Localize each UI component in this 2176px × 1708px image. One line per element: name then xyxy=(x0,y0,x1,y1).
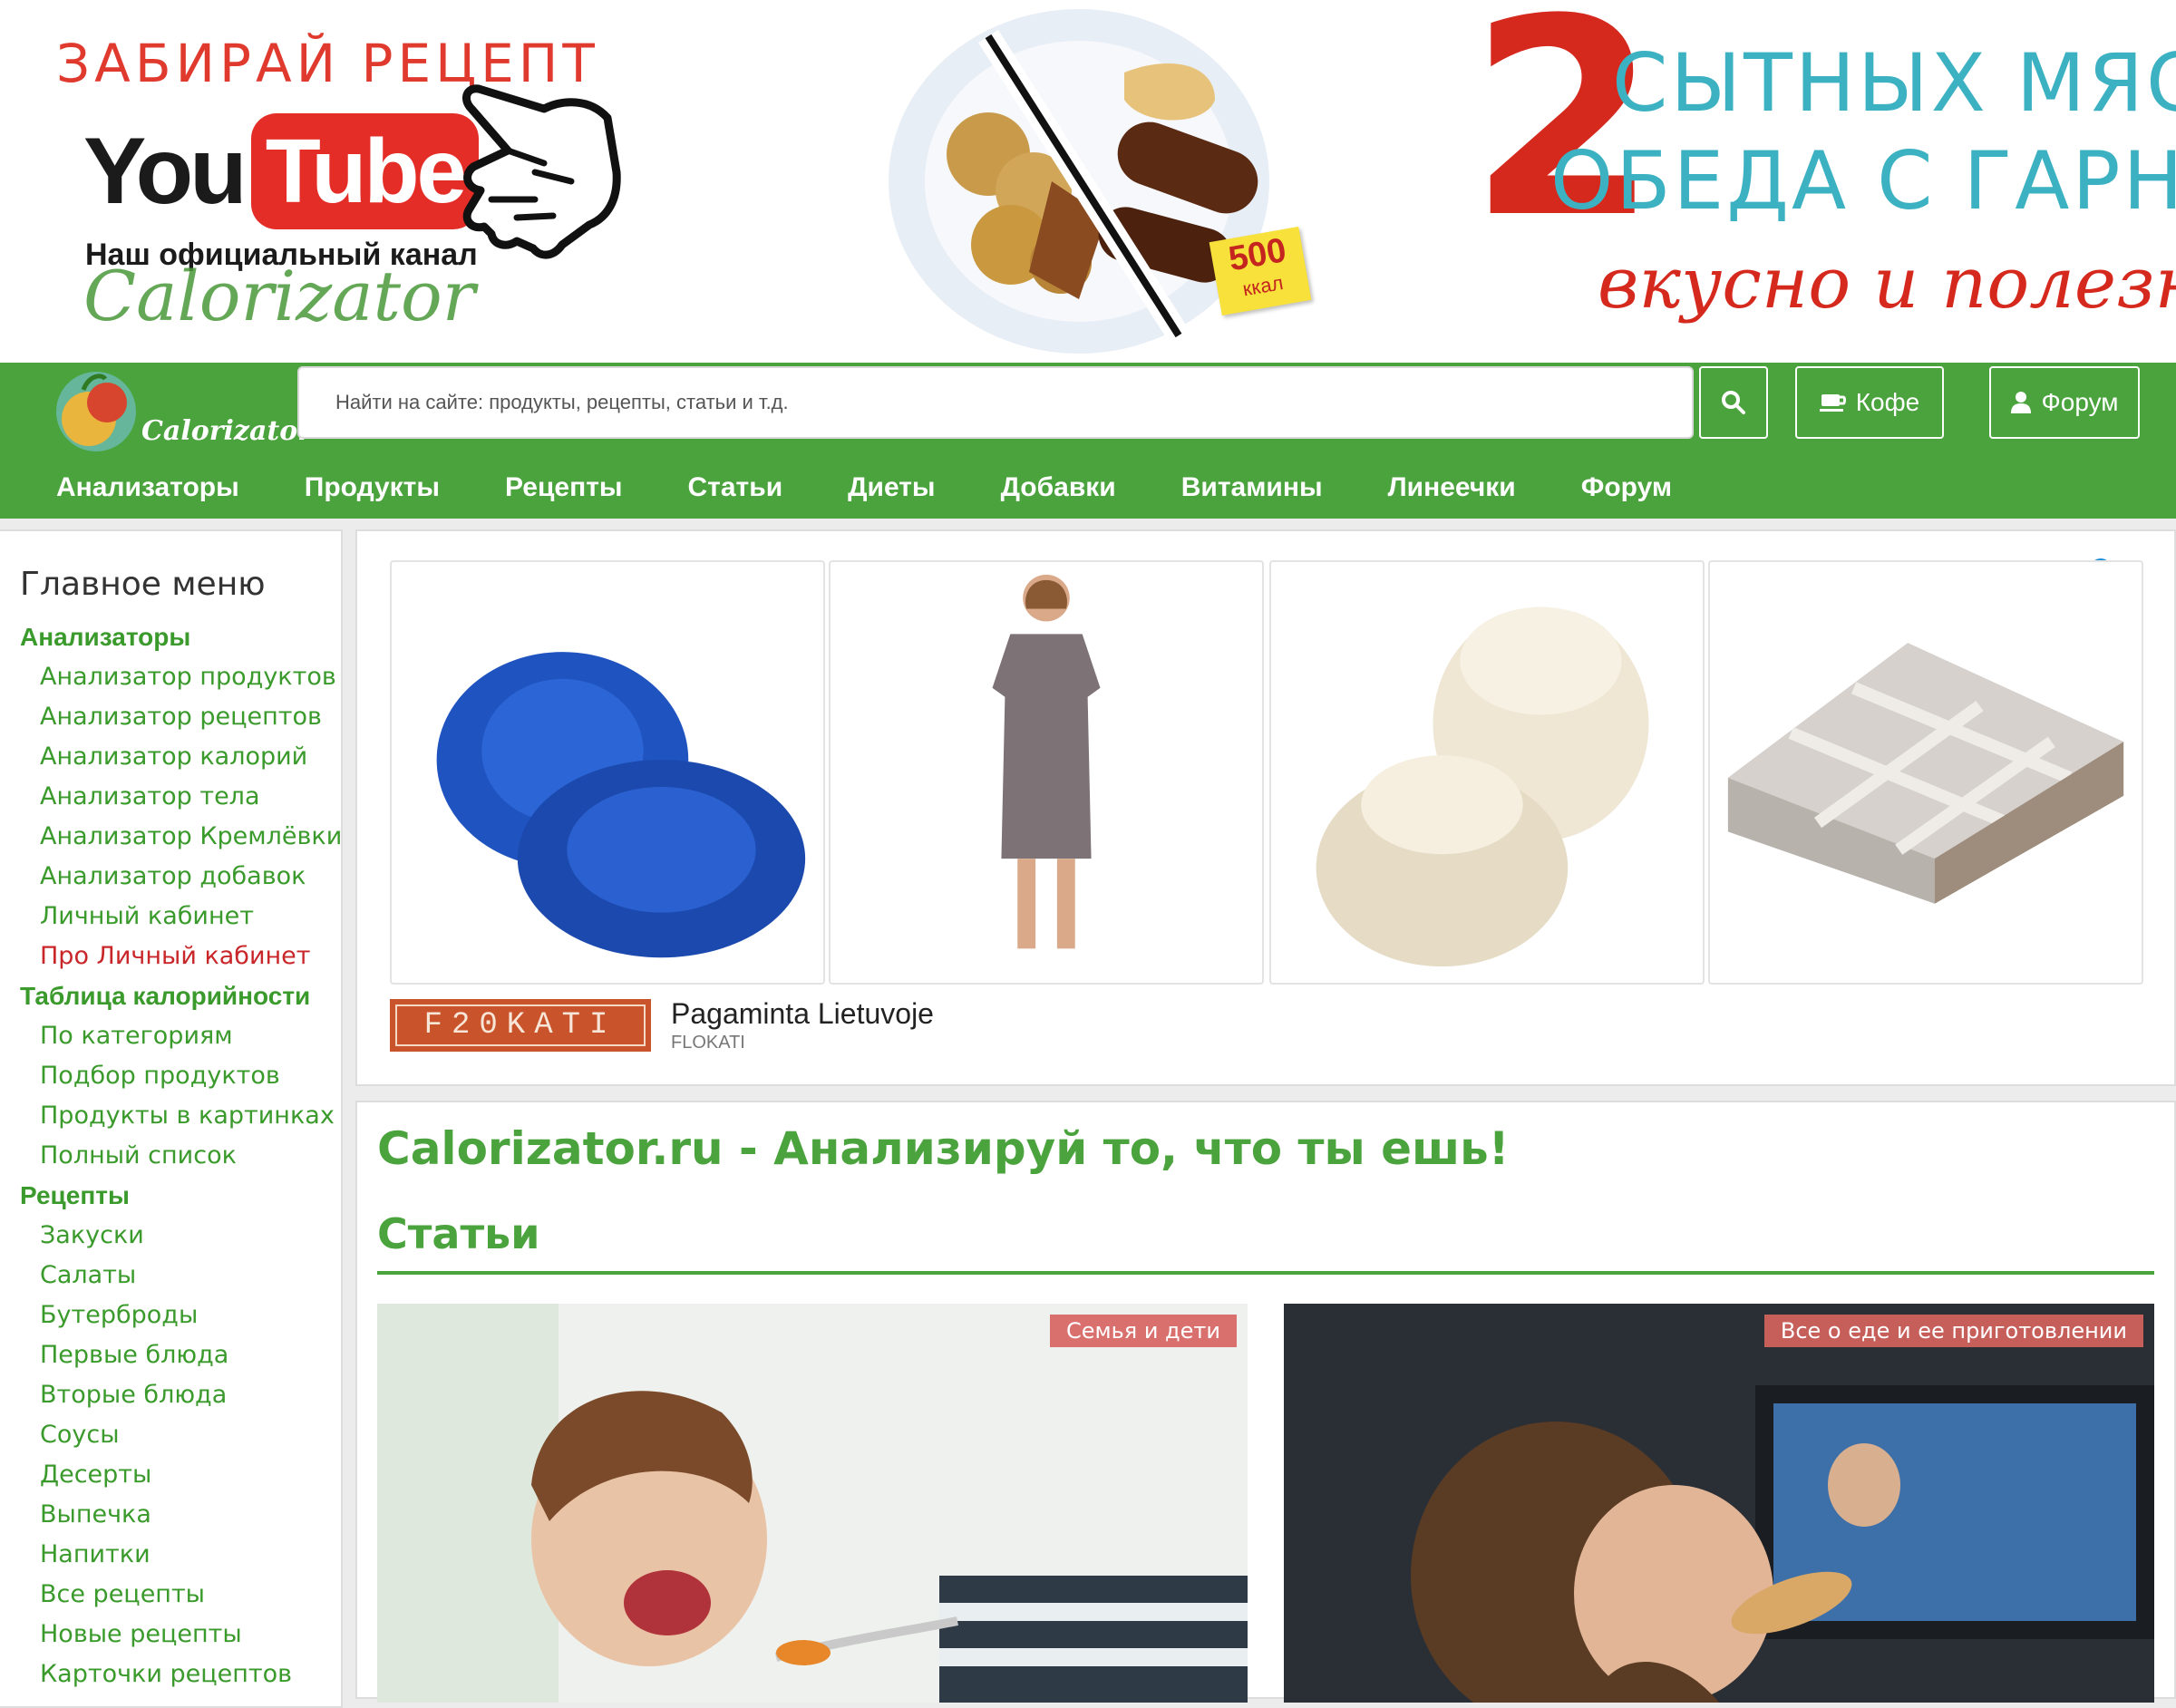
ad-footer[interactable]: F20KATI Pagaminta Lietuvoje FLOKATI xyxy=(390,994,934,1057)
youtube-promo[interactable]: ЗАБИРАЙ РЕЦЕПТ You Tube Наш официальный … xyxy=(0,0,653,363)
sidebar-link[interactable]: Анализатор тела xyxy=(20,777,341,817)
brand-script: Calorizator xyxy=(83,256,476,336)
nav-item-products[interactable]: Продукты xyxy=(305,472,440,503)
sidebar-heading-calorie-table[interactable]: Таблица калорийности xyxy=(20,976,341,1016)
main-nav: Анализаторы Продукты Рецепты Статьи Диет… xyxy=(0,457,2176,519)
sidebar-link[interactable]: Десерты xyxy=(20,1455,341,1495)
plate-promo[interactable]: 500 ккал xyxy=(870,0,1324,363)
nav-item-vitamins[interactable]: Витамины xyxy=(1181,472,1323,503)
sidebar-main-menu: Главное меню Анализаторы Анализатор прод… xyxy=(0,529,343,1708)
ad-text: Pagaminta Lietuvoje FLOKATI xyxy=(671,997,934,1053)
sidebar-link[interactable]: Соусы xyxy=(20,1415,341,1455)
nav-item-additives[interactable]: Добавки xyxy=(1001,472,1116,503)
article-card[interactable]: Семья и дети xyxy=(377,1304,1248,1703)
sidebar-link[interactable]: Анализатор калорий xyxy=(20,737,341,777)
ad-sponsor: FLOKATI xyxy=(671,1033,745,1053)
sidebar-heading-analyzers[interactable]: Анализаторы xyxy=(20,617,341,657)
sidebar-link[interactable]: Личный кабинет xyxy=(20,897,341,936)
ad-block[interactable]: i ✕ xyxy=(355,529,2176,1086)
sidebar-link[interactable]: Напитки xyxy=(20,1535,341,1575)
coffee-button-label: Кофе xyxy=(1855,388,1920,416)
sidebar-link[interactable]: Полный список xyxy=(20,1136,341,1176)
search-button[interactable] xyxy=(1699,366,1768,439)
section-divider xyxy=(377,1271,2154,1275)
sidebar-link[interactable]: Анализатор продуктов xyxy=(20,657,341,697)
sidebar-link[interactable]: По категориям xyxy=(20,1016,341,1056)
sidebar-link[interactable]: Подбор продуктов xyxy=(20,1056,341,1096)
ad-brand-logo-text: F20KATI xyxy=(395,1004,646,1046)
blanket-image xyxy=(1727,643,2124,904)
youtube-logo-you: You xyxy=(83,118,248,224)
article-category-badge[interactable]: Все о еде и ее приготовлении xyxy=(1763,1315,2143,1347)
promo-line-3: вкусно и полезно xyxy=(1598,243,2176,325)
promo-line-2: ОБЕДА С ГАРНИРОМ xyxy=(1550,134,2176,228)
ad-product-dress[interactable] xyxy=(829,560,1264,985)
recipe-promo[interactable]: 2 СЫТНЫХ МЯСНЫХ ОБЕДА С ГАРНИРОМ вкусно … xyxy=(1469,0,2176,363)
article-image-child xyxy=(377,1304,1248,1703)
search-input[interactable] xyxy=(297,366,1694,439)
sidebar-link[interactable]: Первые блюда xyxy=(20,1335,341,1375)
forum-button-label: Форум xyxy=(2041,388,2119,416)
sidebar-link[interactable]: Карточки рецептов xyxy=(20,1655,341,1694)
sidebar-title: Главное меню xyxy=(20,566,266,603)
article-category-badge[interactable]: Семья и дети xyxy=(1049,1315,1237,1347)
forum-button[interactable]: Форум xyxy=(1989,366,2140,439)
page-title: Calorizator.ru - Анализируй то, что ты е… xyxy=(377,1122,1510,1175)
calorie-sticker: 500 ккал xyxy=(1209,226,1312,316)
sidebar-link-highlighted[interactable]: Про Личный кабинет xyxy=(20,936,341,976)
top-banner[interactable]: ЗАБИРАЙ РЕЦЕПТ You Tube Наш официальный … xyxy=(0,0,2176,363)
boots-image xyxy=(1316,607,1649,967)
search-bar xyxy=(297,366,1694,439)
nav-item-articles[interactable]: Статьи xyxy=(688,472,783,503)
sidebar-heading-recipes[interactable]: Рецепты xyxy=(20,1176,341,1216)
nav-item-recipes[interactable]: Рецепты xyxy=(505,472,623,503)
ad-brand-logo: F20KATI xyxy=(390,999,651,1052)
youtube-logo: You Tube xyxy=(83,112,480,230)
sidebar-link[interactable]: Анализатор добавок xyxy=(20,857,341,897)
nav-item-diets[interactable]: Диеты xyxy=(848,472,935,503)
search-icon xyxy=(1722,391,1745,414)
main-content: Calorizator.ru - Анализируй то, что ты е… xyxy=(355,1101,2176,1703)
site-header: Calorizator Кофе Форум Анализаторы Проду… xyxy=(0,363,2176,519)
sidebar-link[interactable]: Вторые блюда xyxy=(20,1375,341,1415)
site-logo[interactable]: Calorizator xyxy=(33,366,312,457)
sidebar-link[interactable]: Новые рецепты xyxy=(20,1615,341,1655)
sidebar-link[interactable]: Выпечка xyxy=(20,1495,341,1535)
nav-item-forum[interactable]: Форум xyxy=(1581,472,1672,503)
pointing-hand-icon xyxy=(461,84,621,259)
coffee-button[interactable]: Кофе xyxy=(1795,366,1944,439)
logo-text: Calorizator xyxy=(141,415,313,447)
sidebar-link[interactable]: Все рецепты xyxy=(20,1575,341,1615)
sidebar-link[interactable]: Закуски xyxy=(20,1216,341,1256)
sidebar-link[interactable]: Продукты в картинках xyxy=(20,1096,341,1136)
article-image-tv-eating xyxy=(1284,1304,2154,1703)
sidebar-link[interactable]: Анализатор Кремлёвки xyxy=(20,817,342,857)
nav-item-rulers[interactable]: Линеечки xyxy=(1388,472,1516,503)
dress-image xyxy=(992,574,1101,949)
user-icon xyxy=(2011,392,2032,413)
youtube-logo-tube: Tube xyxy=(250,113,480,229)
slippers-image xyxy=(436,652,806,958)
ad-title[interactable]: Pagaminta Lietuvoje xyxy=(671,997,934,1031)
sidebar-link[interactable]: Салаты xyxy=(20,1256,341,1296)
sidebar-link[interactable]: Анализатор рецептов xyxy=(20,697,341,737)
sidebar-link[interactable]: Бутерброды xyxy=(20,1296,341,1335)
promo-line-1: СЫТНЫХ МЯСНЫХ xyxy=(1612,36,2176,130)
nav-item-analyzers[interactable]: Анализаторы xyxy=(56,472,239,503)
article-card[interactable]: Все о еде и ее приготовлении xyxy=(1284,1304,2154,1703)
ad-product-slippers[interactable] xyxy=(390,560,825,985)
ad-product-boots[interactable] xyxy=(1269,560,1705,985)
ad-product-blanket[interactable] xyxy=(1708,560,2143,985)
section-title-articles[interactable]: Статьи xyxy=(377,1209,539,1258)
coffee-icon xyxy=(1819,394,1846,412)
